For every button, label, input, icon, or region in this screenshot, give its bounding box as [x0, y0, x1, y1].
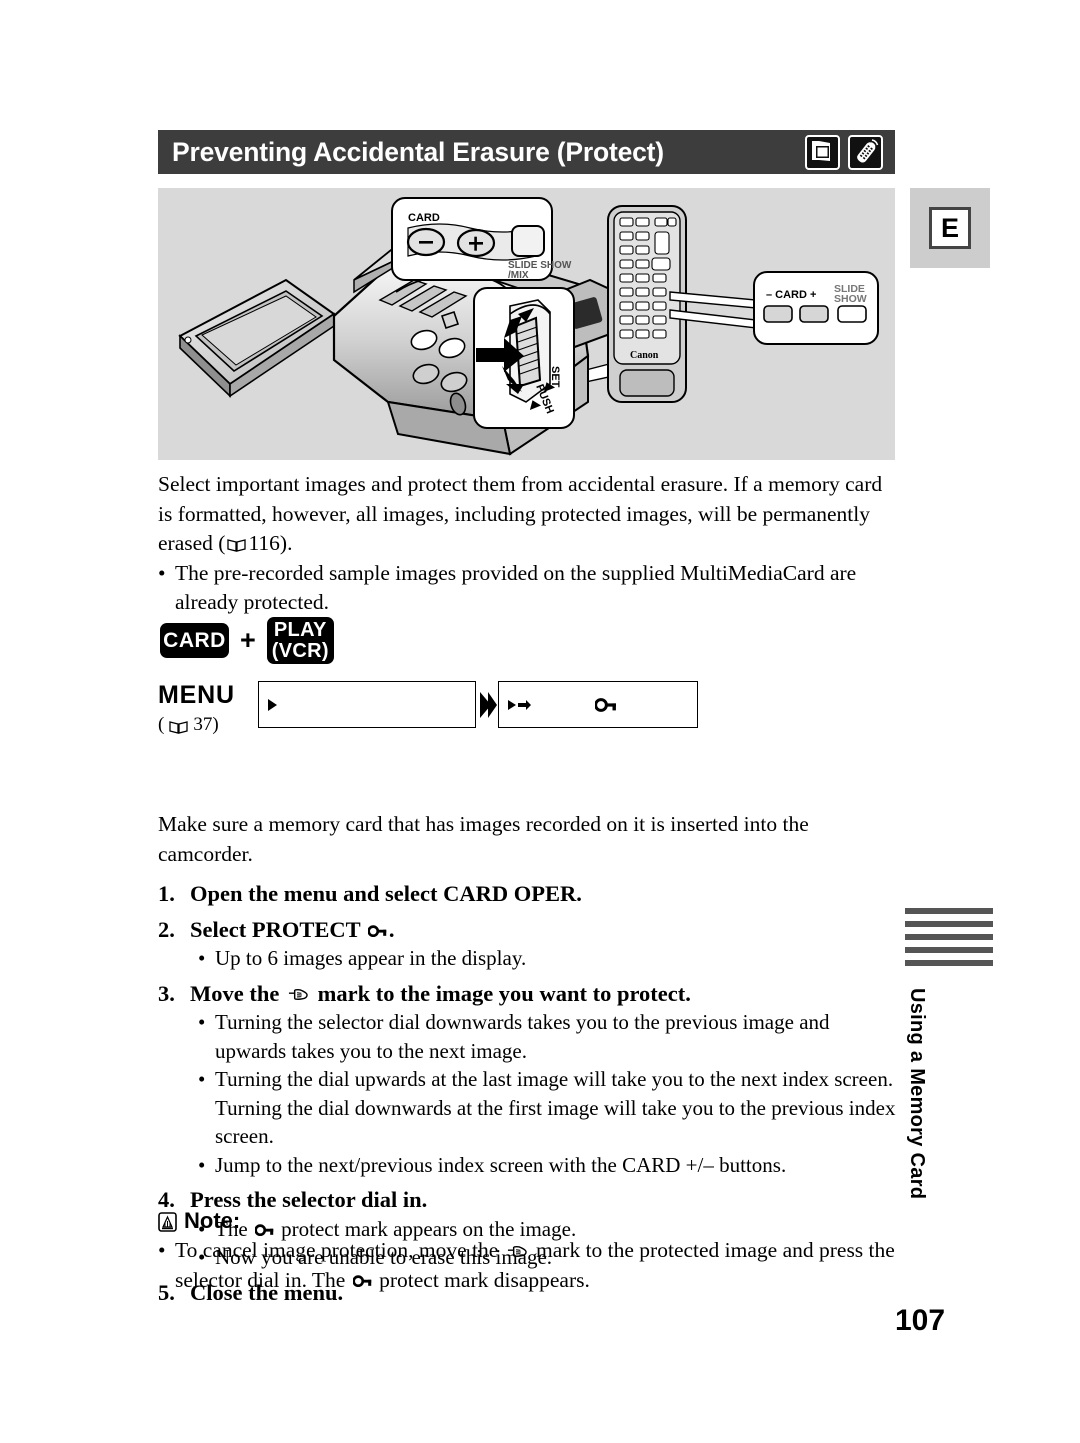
step-title-text: Move the	[190, 980, 285, 1006]
side-tab-bar	[905, 908, 993, 914]
svg-text:Canon: Canon	[630, 350, 659, 361]
menu-marker-arrow-icon	[518, 699, 531, 711]
note-label: Note:	[184, 1208, 241, 1233]
intro-bullet: • The pre-recorded sample images provide…	[158, 559, 898, 618]
illustration-panel: CARD SLIDE SHOW /MIX SET PUSH Canon – CA…	[158, 188, 895, 460]
step-3-bullet-text: Turning the selector dial downwards take…	[215, 1010, 830, 1063]
menu-path-row: MENU ( 37)	[158, 681, 698, 736]
step-number: 2.	[158, 916, 175, 942]
bullet-dot: •	[158, 1238, 166, 1262]
remote-card-buttons-callout: – CARD + SLIDE SHOW	[753, 271, 879, 345]
intro-bullet-text: The pre-recorded sample images provided …	[175, 560, 857, 615]
menu-label-block: MENU ( 37)	[158, 681, 258, 736]
step-3: 3. Move the mark to the image you want t…	[158, 979, 903, 1009]
svg-text:SET: SET	[549, 366, 561, 388]
menu-marker-triangle	[268, 698, 277, 711]
language-badge-label: E	[940, 212, 959, 243]
remote-control-icon	[848, 134, 883, 170]
step-3-bullet: • Jump to the next/previous index screen…	[198, 1151, 903, 1180]
precondition-text: Make sure a memory card that has images …	[158, 812, 809, 866]
key-icon	[595, 697, 617, 712]
step-title-suffix: .	[388, 916, 395, 942]
page-title-bar: Preventing Accidental Erasure (Protect)	[158, 130, 895, 174]
manual-page: Preventing Accidental Erasure (Protect)	[0, 0, 1080, 1443]
card-photo-icon	[805, 134, 840, 170]
side-tab-bar	[905, 921, 993, 927]
intro-paragraph: Select important images and protect them…	[158, 470, 898, 559]
mode-badge-play-vcr: PLAY (VCR)	[266, 617, 334, 664]
note-text-before: To cancel image protection, move the	[175, 1238, 504, 1262]
step-3-bullet: • Turning the dial upwards at the last i…	[198, 1065, 903, 1151]
intro-paragraph-end: ).	[279, 531, 293, 555]
step-number: 3.	[158, 980, 175, 1006]
side-tab-label: Using a Memory Card	[906, 988, 928, 1200]
side-tab-bars	[905, 908, 993, 966]
step-title-text: Select PROTECT	[190, 916, 366, 942]
pointing-hand-icon	[507, 1238, 528, 1257]
selector-dial-callout: SET PUSH	[473, 287, 575, 429]
menu-box-card-oper	[258, 681, 476, 728]
side-tab-bar	[905, 960, 993, 966]
step-title-suffix: mark to the image you want to protect.	[311, 980, 691, 1006]
intro-page-ref: 116	[248, 531, 280, 555]
page-number: 107	[895, 1304, 946, 1337]
key-icon	[367, 916, 387, 938]
mode-badge-play-line2: (VCR)	[271, 639, 329, 662]
remote-control-illustration: Canon – CARD + SLIDE SHOW	[607, 205, 879, 403]
note-text-after: protect mark disappears.	[373, 1267, 590, 1292]
svg-text:SHOW: SHOW	[834, 293, 867, 305]
side-tab: Using a Memory Card	[905, 908, 993, 1199]
menu-ref-open: (	[158, 714, 165, 735]
mode-plus-sign: +	[240, 625, 256, 655]
note-header: Note:	[158, 1208, 903, 1234]
menu-ref-page: 37)	[193, 714, 219, 735]
mode-badges: CARD + PLAY (VCR)	[160, 617, 334, 664]
mode-badge-card: CARD	[160, 623, 229, 658]
step-2: 2. Select PROTECT .	[158, 915, 903, 945]
book-ref-icon	[169, 718, 188, 734]
bullet-dot: •	[198, 946, 206, 970]
note-text: To cancel image protection, move the mar…	[175, 1236, 903, 1295]
menu-chevron-icon	[476, 681, 498, 728]
menu-marker-triangle	[508, 699, 516, 710]
card-buttons-callout: CARD SLIDE SHOW /MIX	[391, 197, 572, 281]
language-badge: E	[929, 207, 971, 249]
step-3-bullet-text: Turning the dial upwards at the last ima…	[215, 1067, 896, 1148]
svg-text:CARD: CARD	[408, 212, 440, 224]
page-title: Preventing Accidental Erasure (Protect)	[172, 136, 664, 167]
step-2-bullet: • Up to 6 images appear in the display.	[198, 944, 903, 973]
svg-text:/MIX: /MIX	[508, 270, 529, 281]
book-ref-icon	[227, 531, 247, 552]
step-title: Select PROTECT .	[190, 915, 903, 945]
bullet-dot: •	[198, 1010, 206, 1034]
pointing-hand-icon	[288, 981, 309, 1001]
step-1: 1. Open the menu and select CARD OPER.	[158, 879, 903, 909]
menu-page-ref: ( 37)	[158, 714, 258, 736]
menu-label: MENU	[158, 681, 235, 709]
step-3-bullet: • Turning the selector dial downwards ta…	[198, 1008, 903, 1065]
memo-icon	[158, 1211, 177, 1232]
intro-text: Select important images and protect them…	[158, 470, 898, 618]
bullet-dot: •	[198, 1152, 206, 1177]
svg-text:– CARD +: – CARD +	[766, 289, 816, 301]
step-title: Open the menu and select CARD OPER.	[190, 881, 582, 906]
bullet-dot: •	[198, 1067, 206, 1091]
step-title: Move the mark to the image you want to p…	[190, 979, 903, 1009]
key-icon	[352, 1267, 372, 1288]
side-tab-bar	[905, 934, 993, 940]
menu-box-protect	[498, 681, 698, 728]
mode-badge-play-line1: PLAY	[273, 618, 327, 641]
step-number: 1.	[158, 881, 175, 906]
bullet-dot: •	[158, 560, 166, 585]
title-icon-group	[805, 134, 883, 170]
note-section: Note: • To cancel image protection, move…	[158, 1208, 903, 1295]
language-badge-area: E	[910, 188, 990, 268]
side-tab-bar	[905, 947, 993, 953]
note-bullet: • To cancel image protection, move the m…	[158, 1236, 903, 1295]
camcorder-illustration: CARD SLIDE SHOW /MIX SET PUSH Canon – CA…	[178, 197, 879, 456]
step-3-bullet-text: Jump to the next/previous index screen w…	[215, 1152, 787, 1177]
step-2-bullet-text: Up to 6 images appear in the display.	[215, 946, 527, 970]
